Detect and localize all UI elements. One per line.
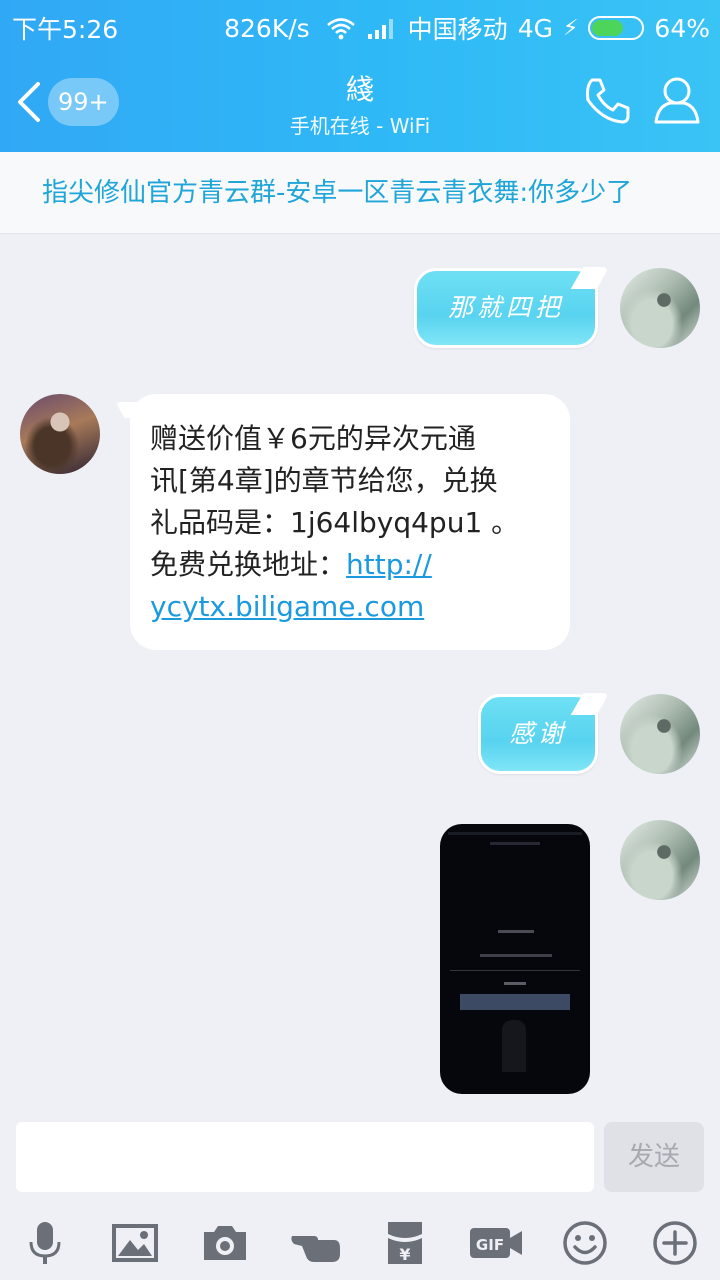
poke-hand-icon[interactable] <box>290 1218 340 1268</box>
battery-icon <box>588 16 645 40</box>
message-input[interactable] <box>16 1122 594 1192</box>
input-bar: 发送 ¥ GIF <box>0 1108 720 1280</box>
avatar[interactable] <box>620 820 700 900</box>
message-bubble-received[interactable]: 赠送价值￥6元的异次元通 讯[第4章]的章节给您，兑换 礼品码是：1j64lby… <box>130 394 570 650</box>
group-notice-banner[interactable]: 指尖修仙官方青云群-安卓一区青云青衣舞:你多少了 <box>0 152 720 234</box>
status-right: 826K/s 中国移动 4G ⚡ 64% <box>224 10 710 46</box>
avatar[interactable] <box>20 394 100 474</box>
red-packet-icon[interactable]: ¥ <box>380 1218 430 1268</box>
svg-text:¥: ¥ <box>399 1245 410 1264</box>
signal-icon <box>367 19 393 39</box>
carrier-name: 中国移动 <box>407 15 508 44</box>
message-text: 免费兑换地址： <box>150 548 347 581</box>
message-line: 讯[第4章]的章节给您，兑换 <box>150 464 498 497</box>
battery-percent: 64% <box>654 13 710 43</box>
charging-icon: ⚡ <box>562 15 579 41</box>
microphone-icon[interactable] <box>20 1218 70 1268</box>
message-line: 赠送价值￥6元的异次元通 <box>150 422 476 455</box>
message-bubble-sent[interactable]: 感谢 <box>478 694 598 774</box>
send-button[interactable]: 发送 <box>604 1122 704 1192</box>
nav-bar: 99+ 綫 手机在线 - WiFi <box>0 52 720 152</box>
emoji-icon[interactable] <box>560 1218 610 1268</box>
avatar[interactable] <box>620 268 700 348</box>
network-speed: 826K/s <box>224 13 310 43</box>
message-bubble-sent[interactable]: 那就四把 <box>414 268 598 348</box>
svg-text:GIF: GIF <box>476 1236 504 1254</box>
plus-icon[interactable] <box>650 1218 700 1268</box>
message-line: ycytx.biligame.com <box>150 586 550 628</box>
camera-icon[interactable] <box>200 1218 250 1268</box>
image-message[interactable] <box>440 824 590 1094</box>
gif-icon[interactable]: GIF <box>468 1218 524 1268</box>
status-bar: 下午5:26 826K/s 中国移动 4G ⚡ 64% <box>0 0 720 52</box>
user-profile-icon[interactable] <box>652 74 702 126</box>
message-line: 礼品码是：1j64lbyq4pu1 。 <box>150 506 520 539</box>
top-header: 下午5:26 826K/s 中国移动 4G ⚡ 64% 99+ 綫 手机在线 -… <box>0 0 720 152</box>
image-icon[interactable] <box>110 1218 160 1268</box>
message-line: 免费兑换地址：http:// <box>150 544 550 586</box>
status-time: 下午5:26 <box>12 15 119 44</box>
wifi-icon <box>326 18 355 40</box>
redeem-link[interactable]: ycytx.biligame.com <box>150 590 424 623</box>
avatar[interactable] <box>620 694 700 774</box>
redeem-link[interactable]: http:// <box>346 548 432 581</box>
phone-icon[interactable] <box>582 76 632 126</box>
network-type: 4G <box>517 13 553 43</box>
chat-toolbar: ¥ GIF <box>0 1208 720 1280</box>
